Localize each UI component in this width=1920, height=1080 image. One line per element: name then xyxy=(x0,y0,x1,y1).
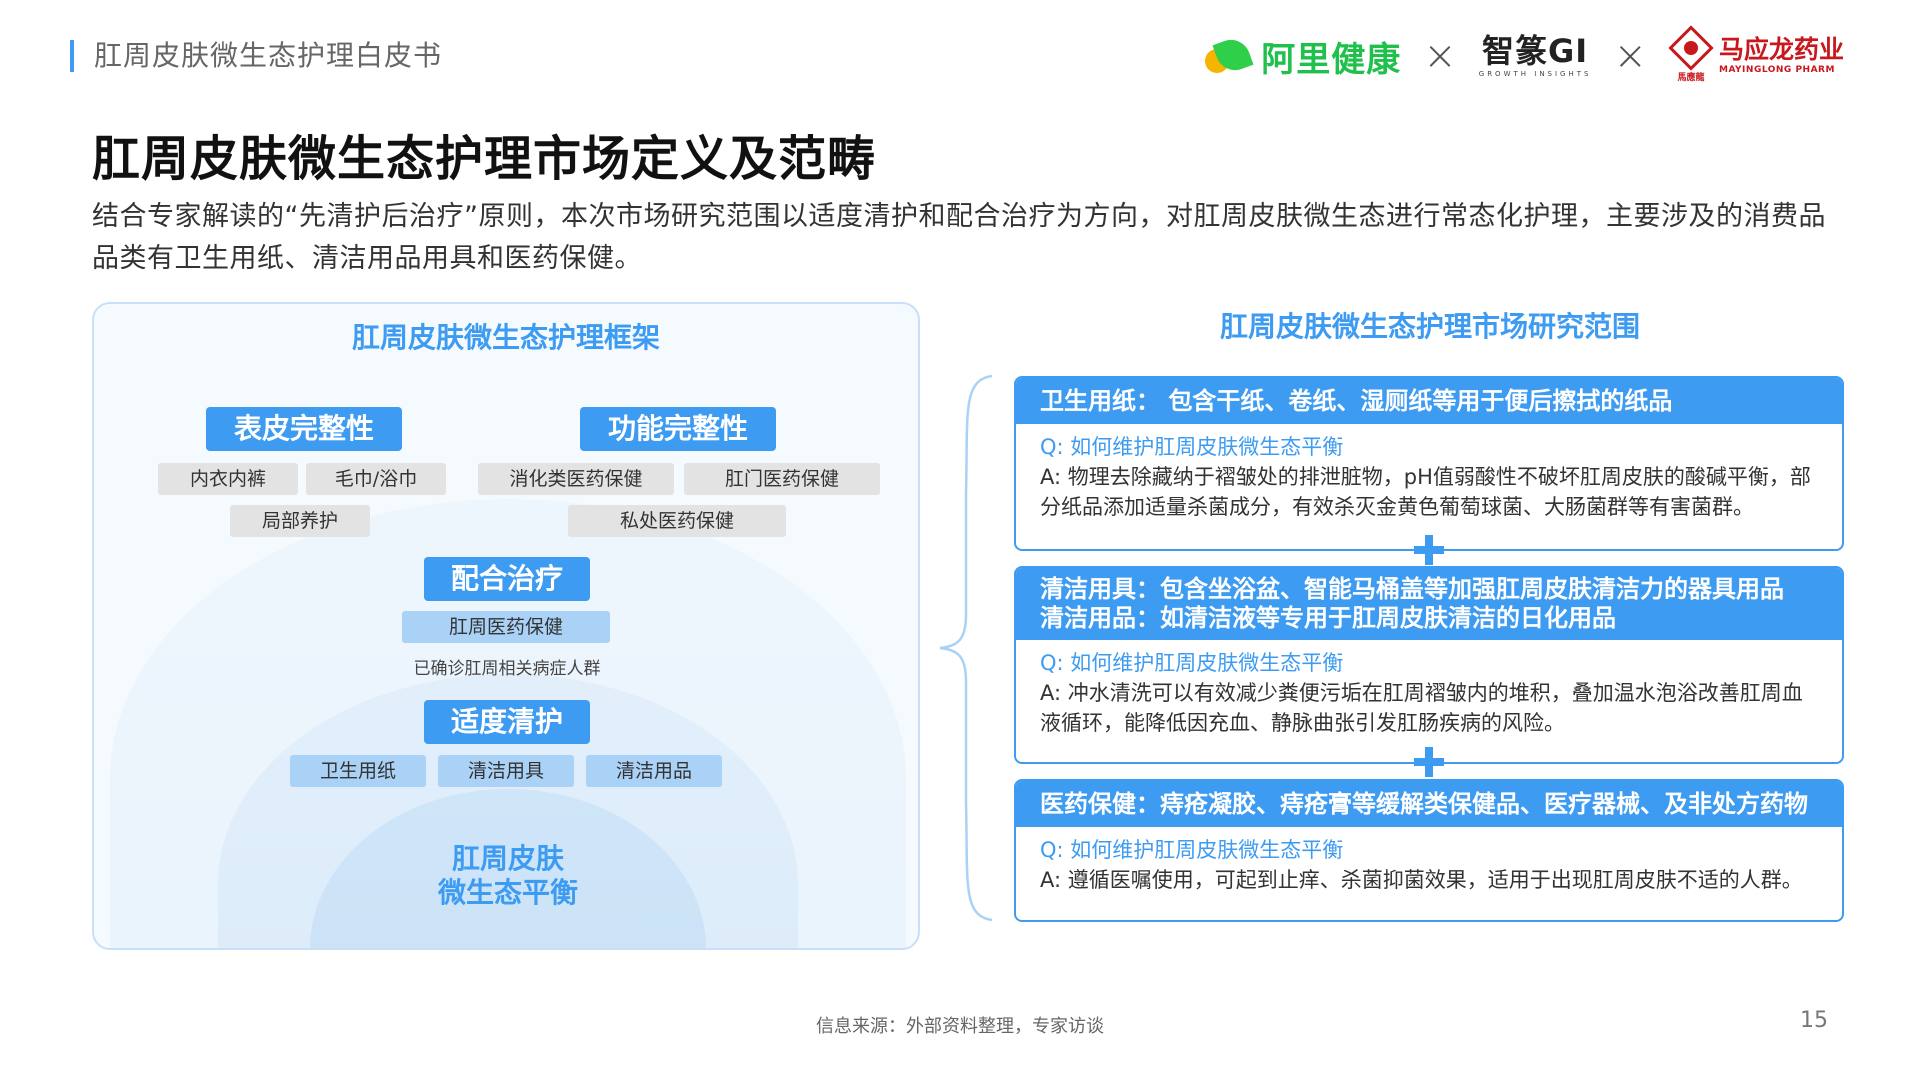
scope-card-cleaning: 清洁用具：包含坐浴盆、智能马桶盖等加强肛周皮肤清洁力的器具用品 清洁用品：如清洁… xyxy=(1014,566,1844,764)
framework-title: 肛周皮肤微生态护理框架 xyxy=(351,321,660,354)
card-question: Q: 如何维护肛周皮肤微生态平衡 xyxy=(1040,651,1344,675)
page-number: 15 xyxy=(1800,1008,1828,1033)
chip-anal-health: 肛门医药保健 xyxy=(684,463,880,495)
source-note: 信息来源：外部资料整理，专家访谈 xyxy=(816,1016,1104,1037)
times-icon: × xyxy=(1423,33,1457,79)
mayinglong-logo-subtext: MAYINGLONG PHARM xyxy=(1718,65,1835,75)
function-integrity-label: 功能完整性 xyxy=(580,407,776,451)
core-balance-label: 肛周皮肤 微生态平衡 xyxy=(310,842,706,910)
chip-perianal-health: 肛周医药保健 xyxy=(402,611,610,643)
zhizhuan-logo: 智篆GI GROWTH INSIGHTS xyxy=(1479,35,1592,78)
document-title: 肛周皮肤微生态护理白皮书 xyxy=(94,39,443,72)
mayinglong-emblem-icon: 馬應龍 xyxy=(1668,25,1714,83)
card-heading: 卫生用纸： 包含干纸、卷纸、湿厕纸等用于便后擦拭的纸品 xyxy=(1016,378,1842,424)
times-icon: × xyxy=(1613,33,1647,79)
core-line-2: 微生态平衡 xyxy=(437,876,578,909)
chip-cleaning-products: 清洁用品 xyxy=(586,755,722,787)
chip-digestive-health: 消化类医药保健 xyxy=(478,463,674,495)
intro-paragraph: 结合专家解读的“先清护后治疗”原则，本次市场研究范围以适度清护和配合治疗为方向，… xyxy=(92,201,1826,274)
chip-cleaning-tools: 清洁用具 xyxy=(438,755,574,787)
chip-local-care: 局部养护 xyxy=(230,505,370,537)
page-title: 肛周皮肤微生态护理市场定义及范畴 xyxy=(92,131,877,187)
header-accent-bar xyxy=(70,40,74,72)
cleaning-label: 适度清护 xyxy=(424,700,590,744)
zhizhuan-logo-text: 智篆GI xyxy=(1482,31,1589,70)
card-heading-line-2: 清洁用品：如清洁液等专用于肛周皮肤清洁的日化用品 xyxy=(1040,604,1616,632)
card-heading: 清洁用具：包含坐浴盆、智能马桶盖等加强肛周皮肤清洁力的器具用品 清洁用品：如清洁… xyxy=(1016,568,1842,640)
framework-panel: 肛周皮肤微生态护理框架 表皮完整性 内衣内裤 毛巾/浴巾 局部养护 功能完整性 … xyxy=(92,302,920,950)
card-heading: 医药保健：痔疮凝胶、痔疮膏等缓解类保健品、医疗器械、及非处方药物 xyxy=(1016,781,1842,827)
mayinglong-logo: 馬應龍 马应龙药业 MAYINGLONG PHARM xyxy=(1668,25,1844,83)
card-heading-line-1: 清洁用具：包含坐浴盆、智能马桶盖等加强肛周皮肤清洁力的器具用品 xyxy=(1040,575,1784,603)
chip-towel: 毛巾/浴巾 xyxy=(306,463,446,495)
scope-card-medical: 医药保健：痔疮凝胶、痔疮膏等缓解类保健品、医疗器械、及非处方药物 Q: 如何维护… xyxy=(1014,779,1844,922)
card-answer: A: 冲水清洗可以有效减少粪便污垢在肛周褶皱内的堆积，叠加温水泡浴改善肛周血液循… xyxy=(1040,681,1803,735)
zhizhuan-logo-subtext: GROWTH INSIGHTS xyxy=(1478,69,1592,78)
core-line-1: 肛周皮肤 xyxy=(451,842,564,875)
card-answer: A: 物理去除藏纳于褶皱处的排泄脏物，pH值弱酸性不破坏肛周皮肤的酸碱平衡，部分… xyxy=(1040,465,1811,519)
treatment-note: 已确诊肛周相关病症人群 xyxy=(413,659,601,679)
chip-private-health: 私处医药保健 xyxy=(568,505,786,537)
card-question: Q: 如何维护肛周皮肤微生态平衡 xyxy=(1040,838,1344,862)
card-body: Q: 如何维护肛周皮肤微生态平衡 A: 遵循医嘱使用，可起到止痒、杀菌抑菌效果，… xyxy=(1016,827,1842,895)
chip-toilet-paper: 卫生用纸 xyxy=(290,755,426,787)
card-question: Q: 如何维护肛周皮肤微生态平衡 xyxy=(1040,435,1344,459)
scope-card-toilet-paper: 卫生用纸： 包含干纸、卷纸、湿厕纸等用于便后擦拭的纸品 Q: 如何维护肛周皮肤微… xyxy=(1014,376,1844,551)
treatment-label: 配合治疗 xyxy=(424,557,590,601)
mayinglong-logo-text: 马应龙药业 xyxy=(1718,35,1844,64)
plus-icon xyxy=(1414,747,1444,777)
epidermis-integrity-label: 表皮完整性 xyxy=(206,407,402,451)
left-brace-icon xyxy=(939,374,993,922)
alihealth-leaf-icon xyxy=(1205,34,1254,76)
plus-icon xyxy=(1414,535,1444,565)
card-answer: A: 遵循医嘱使用，可起到止痒、杀菌抑菌效果，适用于出现肛周皮肤不适的人群。 xyxy=(1040,868,1803,892)
partner-logos: 阿里健康 × 智篆GI GROWTH INSIGHTS × 馬應龍 马应龙药业 … xyxy=(1205,25,1844,86)
card-body: Q: 如何维护肛周皮肤微生态平衡 A: 冲水清洗可以有效减少粪便污垢在肛周褶皱内… xyxy=(1016,640,1842,738)
card-body: Q: 如何维护肛周皮肤微生态平衡 A: 物理去除藏纳于褶皱处的排泄脏物，pH值弱… xyxy=(1016,424,1842,522)
alihealth-logo: 阿里健康 xyxy=(1205,32,1401,81)
chip-underwear: 内衣内裤 xyxy=(158,463,298,495)
scope-title: 肛周皮肤微生态护理市场研究范围 xyxy=(1219,310,1640,343)
alihealth-logo-text: 阿里健康 xyxy=(1261,39,1402,80)
